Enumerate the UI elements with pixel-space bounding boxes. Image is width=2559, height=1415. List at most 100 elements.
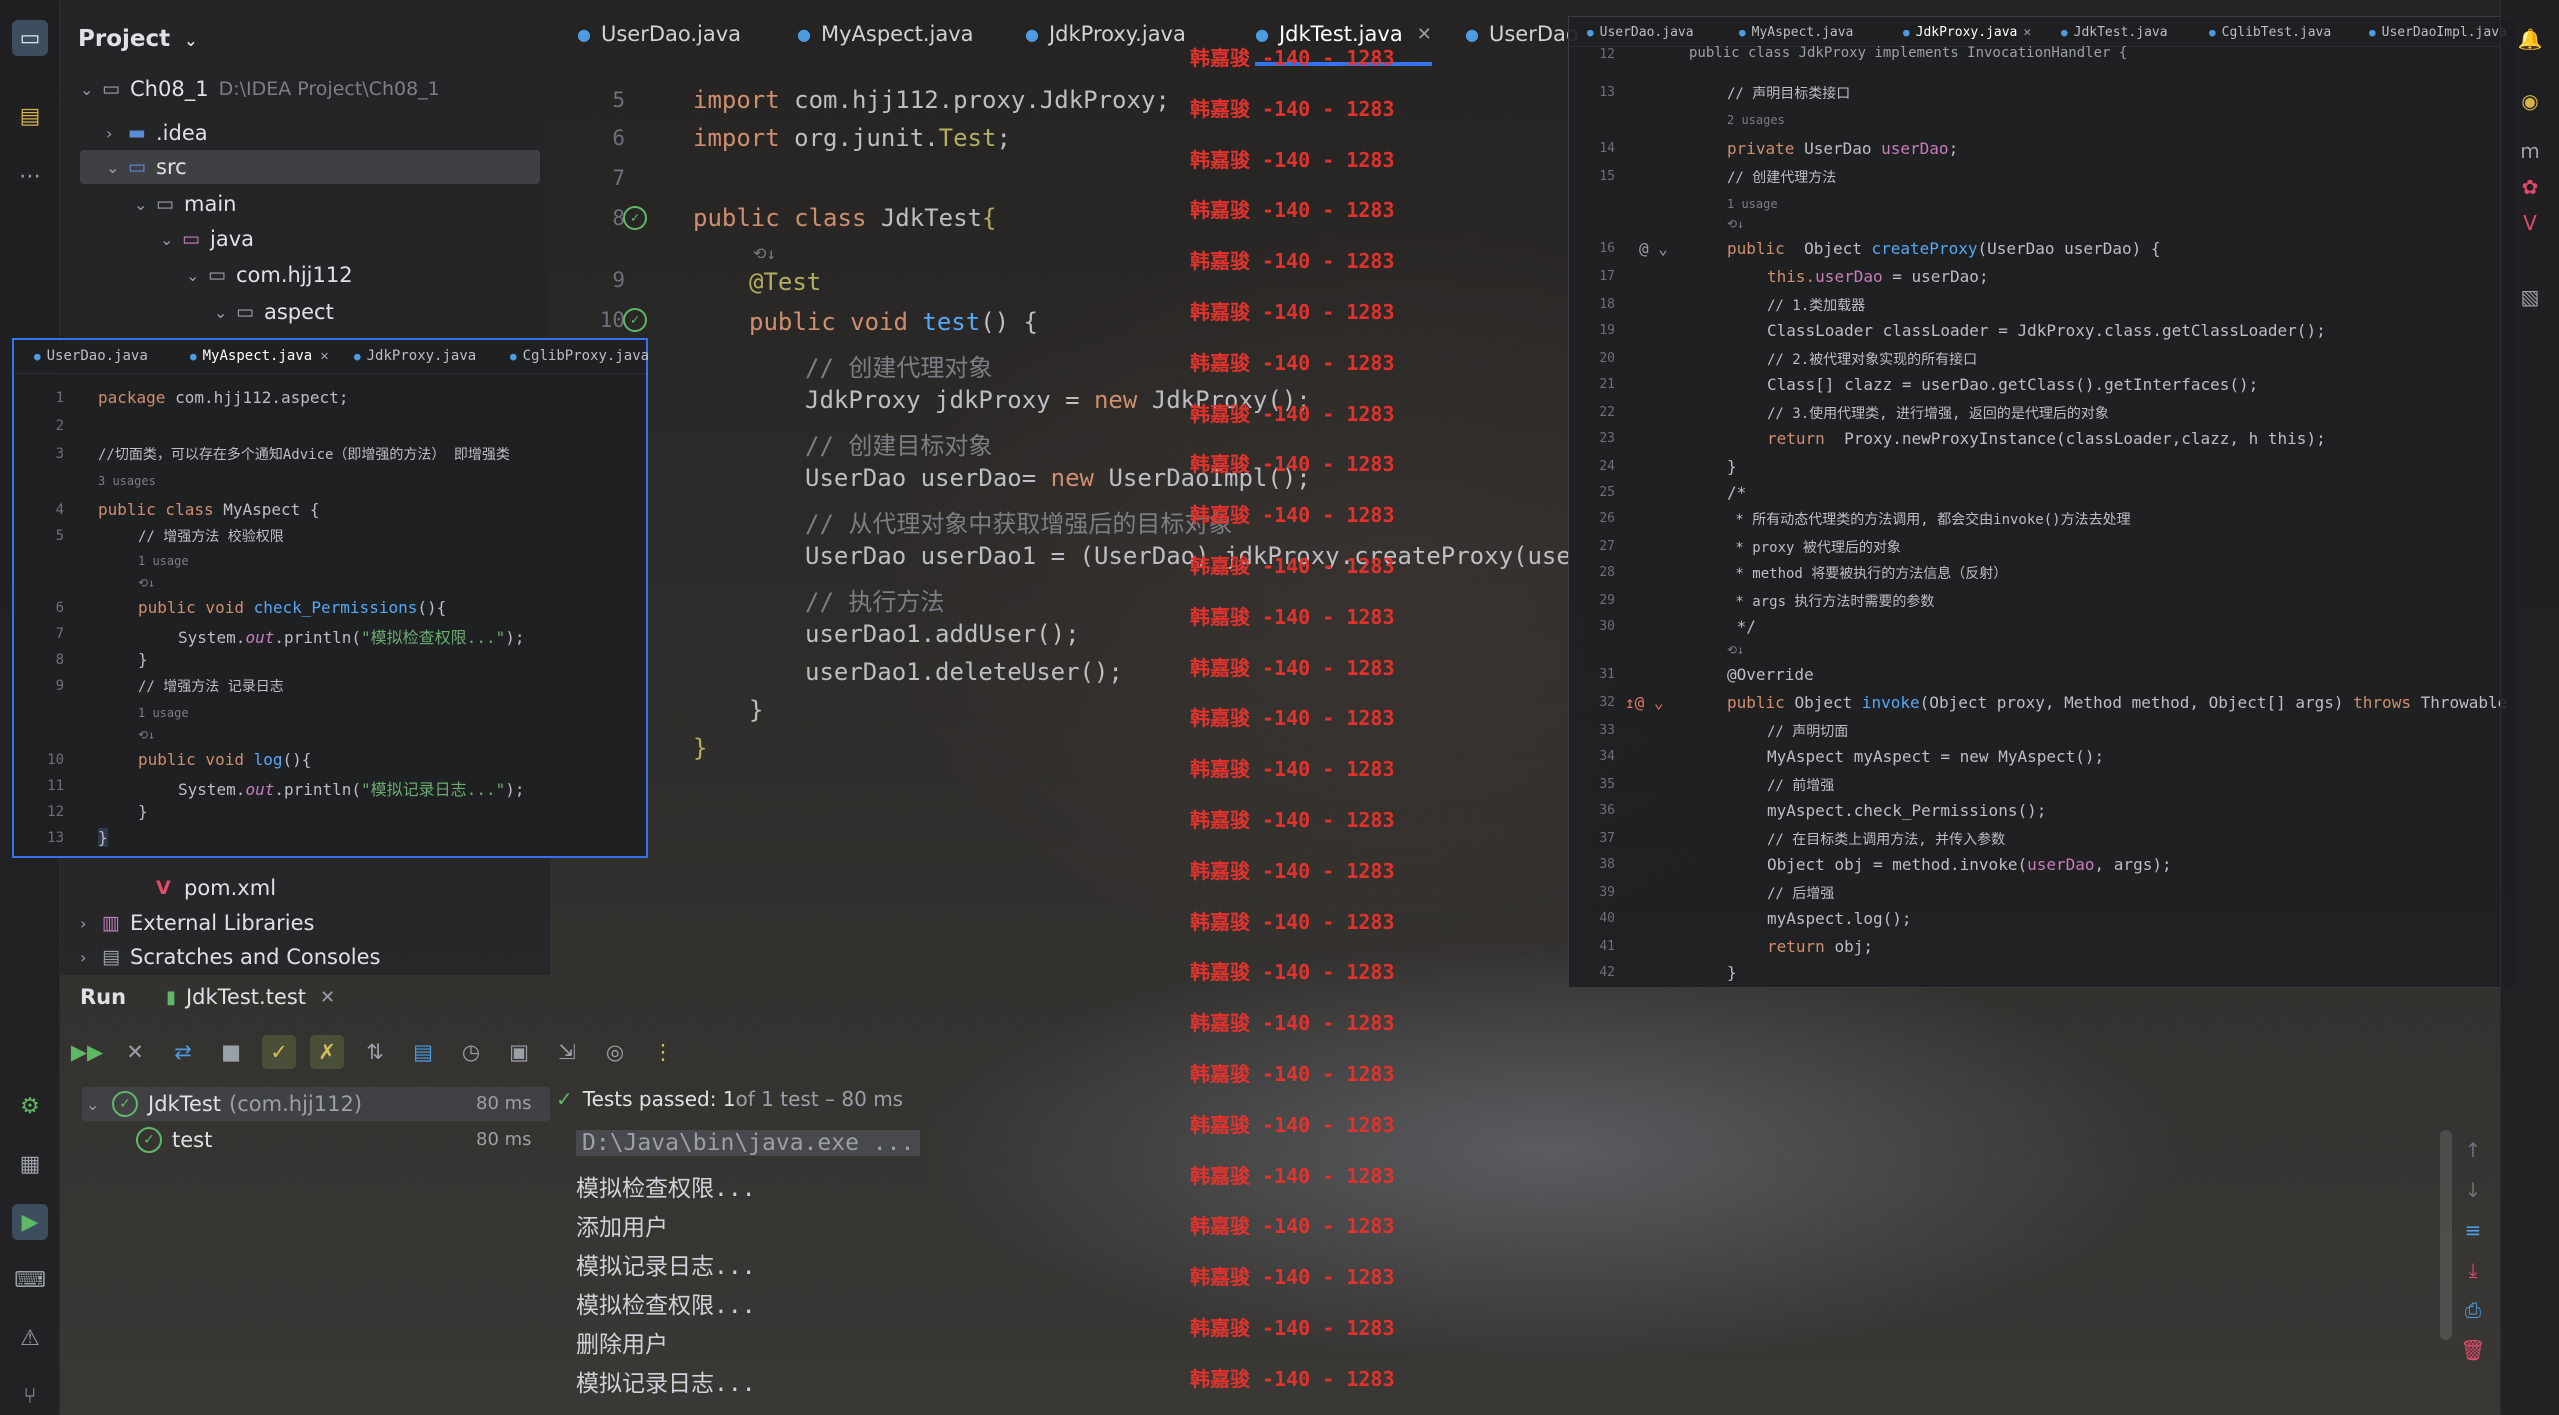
scroll-down-icon[interactable]: ↓ xyxy=(2458,1175,2488,1205)
toggle-auto-test-icon[interactable]: ⇄ xyxy=(166,1035,200,1069)
console-scrollbar[interactable] xyxy=(2440,1130,2452,1340)
maven-icon[interactable]: m xyxy=(2515,136,2545,166)
line-number: 11 xyxy=(47,778,64,794)
maven-tool-icon[interactable]: V xyxy=(2515,208,2545,238)
rerun-icon[interactable]: ▶▶ xyxy=(70,1035,104,1069)
line-number: 6 xyxy=(612,126,625,150)
run-test-class-icon[interactable]: ✓ xyxy=(623,206,647,230)
usages-hint[interactable]: 1 usage xyxy=(1727,197,1778,211)
import-tests-icon[interactable]: ▤ xyxy=(406,1035,440,1069)
jdkproxy-window[interactable]: ● UserDao.java ● MyAspect.java ● JdkProxy.j… xyxy=(1568,16,2518,988)
notifications-bell-icon[interactable]: 🔔 xyxy=(2515,24,2545,54)
interface-file-icon: ● xyxy=(34,350,41,363)
tab-jdktest[interactable]: ● JdkTest.java xyxy=(2061,25,2168,40)
screenshot-icon[interactable]: ▣ xyxy=(502,1035,536,1069)
tab-userdao-impl[interactable]: ● UserDao xyxy=(1465,22,1579,46)
tree-item-pom[interactable]: V pom.xml xyxy=(134,871,276,905)
problems-icon[interactable]: ⚠ xyxy=(12,1320,48,1356)
main-code-editor[interactable]: 5 6 7 8 ✓ 9 10 ✓ import com.hjj112.proxy… xyxy=(555,72,1575,972)
console-output[interactable]: D:\Java\bin\java.exe ... 模拟检查权限... 添加用户 … xyxy=(570,1130,2500,1415)
tab-userdaoimpl[interactable]: ● UserDaoImpl.java xyxy=(2369,25,2507,40)
stop-icon[interactable]: ■ xyxy=(214,1035,248,1069)
tab-userdao[interactable]: ● UserDao.java xyxy=(1587,25,1694,40)
test-tree-item[interactable]: ✓ test xyxy=(136,1127,212,1153)
show-ignored-icon[interactable]: ✗ xyxy=(310,1035,344,1069)
tree-item-idea[interactable]: › ▬ .idea xyxy=(106,116,208,150)
rerun-failed-icon[interactable]: ✕ xyxy=(118,1035,152,1069)
code-line: public void test() { xyxy=(749,308,1038,336)
tree-item-external-libraries[interactable]: › ▥ External Libraries xyxy=(80,906,315,940)
code-text: com.hjj112.aspect; xyxy=(175,388,349,407)
tab-jdktest[interactable]: ● JdkTest.java ✕ xyxy=(1255,22,1432,66)
tree-item-package[interactable]: ⌄ ▭ com.hjj112 xyxy=(186,258,353,292)
structure-icon[interactable]: ▤ xyxy=(12,98,48,134)
tab-myaspect[interactable]: ● MyAspect.java xyxy=(1739,25,1853,40)
tree-item-main[interactable]: ⌄ ▭ main xyxy=(134,187,236,221)
tests-passed-detail: of 1 test – 80 ms xyxy=(735,1087,904,1111)
tree-item-java[interactable]: ⌄ ▭ java xyxy=(160,222,254,256)
line-number: 40 xyxy=(1599,911,1615,926)
usages-hint[interactable]: 2 usages xyxy=(1727,113,1785,127)
tab-myaspect[interactable]: ● MyAspect.java ✕ xyxy=(190,348,329,364)
run-test-method-icon[interactable]: ✓ xyxy=(623,308,647,332)
tab-userdao[interactable]: ● UserDao.java xyxy=(34,348,148,364)
code-text: ); xyxy=(505,780,525,799)
code-text: MyAspect { xyxy=(223,500,320,519)
close-tab-icon[interactable]: ✕ xyxy=(1417,24,1432,45)
database-icon[interactable]: ▦ xyxy=(12,1146,48,1182)
tree-item-scratches[interactable]: › ▤ Scratches and Consoles xyxy=(80,942,381,972)
terminal-icon[interactable]: ⌨ xyxy=(12,1262,48,1298)
close-tab-icon[interactable]: ✕ xyxy=(320,348,328,364)
sort-icon[interactable]: ⇅ xyxy=(358,1035,392,1069)
more-tools-icon[interactable]: ⋯ xyxy=(12,158,48,194)
project-panel-header[interactable]: Project ⌄ xyxy=(78,26,198,52)
tree-item-src[interactable]: ⌄ ▭ src xyxy=(80,150,540,184)
print-icon[interactable]: ⎙ xyxy=(2458,1295,2488,1325)
scroll-up-icon[interactable]: ↑ xyxy=(2458,1135,2488,1165)
line-number: 37 xyxy=(1599,831,1615,846)
usages-hint[interactable]: 1 usage xyxy=(138,706,189,720)
class-file-icon: ● xyxy=(1903,26,1910,39)
more-options-icon[interactable]: ⋮ xyxy=(646,1035,680,1069)
ai-assistant-icon[interactable]: ▧ xyxy=(2515,282,2545,312)
code-line: public class MyAspect { xyxy=(98,500,320,519)
code-line: Class[] clazz = userDao.getClass().getIn… xyxy=(1767,375,2259,394)
myaspect-window[interactable]: ● UserDao.java ● MyAspect.java ✕ ● JdkProxy.… xyxy=(12,338,649,858)
tab-jdkproxy[interactable]: ● JdkProxy.java ✕ xyxy=(1903,25,2031,40)
coverage-icon[interactable]: ◎ xyxy=(598,1035,632,1069)
code-text: JdkProxy jdkProxy = xyxy=(805,386,1094,414)
tab-label: UserDao xyxy=(1488,22,1579,46)
usages-hint[interactable]: 3 usages xyxy=(98,474,156,488)
run-tool-icon[interactable]: ▶ xyxy=(12,1204,48,1240)
soft-wrap-icon[interactable]: ≡ xyxy=(2458,1215,2488,1245)
tab-jdkproxy[interactable]: ● JdkProxy.java xyxy=(1025,22,1186,46)
tab-cglibtest[interactable]: ● CglibTest.java xyxy=(2209,25,2331,40)
tab-run-config[interactable]: ▮ JdkTest.test ✕ xyxy=(166,985,335,1009)
tab-jdkproxy[interactable]: ● JdkProxy.java xyxy=(354,348,476,364)
tab-userdao[interactable]: ● UserDao.java xyxy=(577,22,741,46)
tree-item-project-root[interactable]: ⌄ ▭ Ch08_1 D:\IDEA Project\Ch08_1 xyxy=(80,72,550,106)
show-passed-icon[interactable]: ✓ xyxy=(262,1035,296,1069)
git-branch-icon[interactable]: ⑂ xyxy=(12,1378,48,1414)
chevron-down-icon: ⌄ xyxy=(86,1094,100,1114)
method-name: test xyxy=(922,308,981,336)
services-gear-icon[interactable]: ⚙ xyxy=(12,1088,48,1124)
tree-item-aspect[interactable]: ⌄ ▭ aspect xyxy=(214,295,334,329)
scroll-to-end-icon[interactable]: ⤓ xyxy=(2458,1255,2488,1285)
project-view-icon[interactable]: ▭ xyxy=(12,20,48,56)
history-icon[interactable]: ◷ xyxy=(454,1035,488,1069)
export-icon[interactable]: ⇲ xyxy=(550,1035,584,1069)
spring-icon[interactable]: ✿ xyxy=(2515,172,2545,202)
clear-console-icon[interactable]: 🗑 xyxy=(2458,1335,2488,1365)
tab-cglibproxy[interactable]: ● CglibProxy.java xyxy=(510,348,649,364)
implements-marker-icon[interactable]: @ ⌄ xyxy=(1639,239,1668,258)
tab-myaspect[interactable]: ● MyAspect.java xyxy=(797,22,974,46)
override-marker-icon[interactable]: ↥@ ⌄ xyxy=(1625,693,1664,712)
close-tab-icon[interactable]: ✕ xyxy=(2023,25,2031,40)
code-text: UserDao userDao= xyxy=(805,464,1051,492)
close-tab-icon[interactable]: ✕ xyxy=(320,987,335,1008)
database-icon[interactable]: ◉ xyxy=(2515,86,2545,116)
line-number: 21 xyxy=(1599,377,1615,392)
usages-hint[interactable]: 1 usage xyxy=(138,554,189,568)
test-status: ✓ Tests passed: 1 of 1 test – 80 ms xyxy=(556,1087,903,1111)
